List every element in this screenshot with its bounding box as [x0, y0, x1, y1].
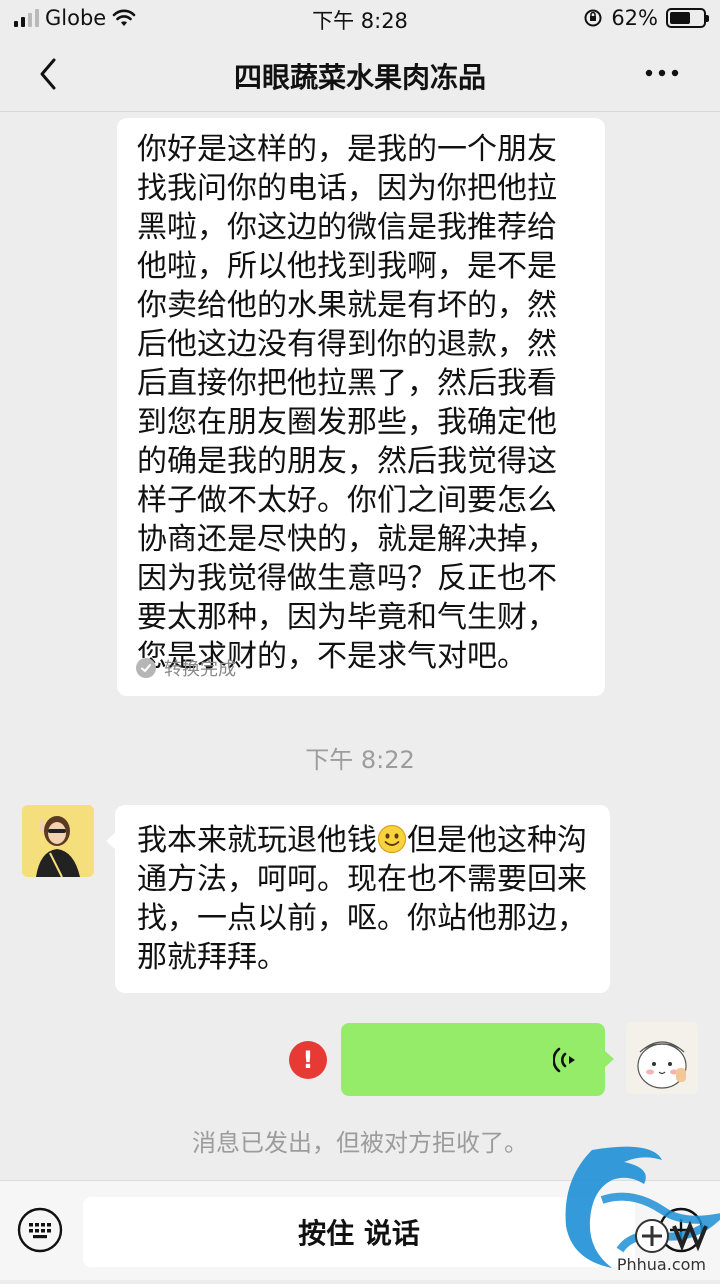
incoming-message-bubble[interactable]: 你好是这样的，是我的一个朋友找我问你的电话，因为你把他拉黑啦，你这边的微信是我推… — [117, 118, 605, 696]
message-text: 我本来就玩退他钱 但是他这种沟通方法，呵呵。现在也不需要回来找，一点以前，呕。你… — [137, 821, 590, 977]
nav-divider — [0, 111, 720, 112]
message-text: 你好是这样的，是我的一个朋友找我问你的电话，因为你把他拉黑啦，你这边的微信是我推… — [137, 132, 557, 674]
status-right: 62% — [583, 6, 709, 30]
message-text-part: 我本来就玩退他钱 — [137, 823, 377, 858]
conversion-status-label: 转换完成 — [164, 659, 236, 680]
chat-title: 四眼蔬菜水果肉冻品 — [233, 61, 486, 94]
incoming-message-bubble[interactable]: 我本来就玩退他钱 但是他这种沟通方法，呵呵。现在也不需要回来找，一点以前，呕。你… — [115, 805, 610, 993]
check-icon — [136, 658, 156, 678]
bubble-tail — [604, 1050, 614, 1068]
contact-avatar[interactable] — [22, 805, 94, 877]
battery-icon — [666, 8, 709, 28]
orientation-lock-icon — [584, 9, 602, 27]
message-timestamp: 下午 8:22 — [305, 746, 415, 774]
status-bar: Globe 下午 8:28 62% — [0, 0, 720, 36]
outgoing-voice-bubble[interactable] — [341, 1023, 605, 1096]
watermark-site: Phhua.com — [616, 1255, 706, 1274]
send-failed-icon[interactable]: ! — [289, 1041, 327, 1079]
voice-wave-icon — [553, 1047, 575, 1073]
conversion-status: 转换完成 — [136, 655, 236, 681]
nav-bar: 四眼蔬菜水果肉冻品 — [0, 36, 720, 112]
keyboard-icon[interactable] — [17, 1207, 63, 1253]
battery-percent: 62% — [611, 6, 658, 30]
more-icon[interactable] — [642, 58, 682, 88]
watermark: Phhua.com — [532, 1140, 720, 1280]
my-avatar[interactable] — [626, 1022, 698, 1094]
smiley-icon — [377, 824, 407, 854]
